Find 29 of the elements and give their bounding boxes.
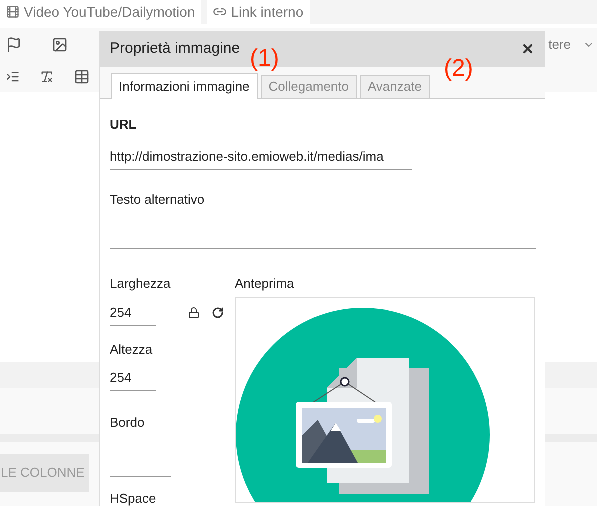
close-icon[interactable] (521, 42, 535, 56)
toolbar-link-button[interactable]: Link interno (207, 0, 310, 24)
dialog-tab[interactable]: Avanzate (360, 75, 430, 98)
width-field[interactable]: 254 (110, 300, 156, 326)
border-label: Bordo (110, 414, 146, 432)
indent-icon[interactable] (6, 70, 20, 84)
height-label: Altezza (110, 340, 154, 358)
image-icon[interactable] (52, 37, 68, 53)
lock-icon[interactable] (188, 306, 200, 318)
height-field[interactable]: 254 (110, 365, 156, 391)
hspace-label: HSpace (110, 490, 158, 506)
dialog-tab[interactable]: Collegamento (260, 75, 357, 98)
preview-label: Anteprima (235, 275, 296, 293)
url-label: URL (110, 116, 138, 134)
annotation-number: (2) (444, 57, 474, 81)
columns-button[interactable]: LE COLONNE (0, 454, 89, 492)
toolbar-link-button[interactable]: Video YouTube/Dailymotion (0, 0, 202, 24)
dialog-tab[interactable]: Informazioni immagine (111, 73, 258, 99)
clear-format-icon[interactable] (40, 70, 54, 84)
flag-icon[interactable] (6, 37, 22, 53)
table-icon[interactable] (74, 69, 90, 85)
alt-text-label: Testo alternativo (110, 190, 206, 208)
film-icon (6, 5, 20, 19)
url-field[interactable]: http://dimostrazione-sito.emioweb.it/medias/ima (110, 144, 412, 170)
dialog-title: Proprietà immagine (110, 38, 240, 59)
annotation-number: (1) (250, 47, 280, 71)
dropdown-label[interactable]: tere (548, 35, 571, 55)
width-label: Larghezza (110, 275, 172, 293)
reset-icon[interactable] (212, 306, 224, 318)
